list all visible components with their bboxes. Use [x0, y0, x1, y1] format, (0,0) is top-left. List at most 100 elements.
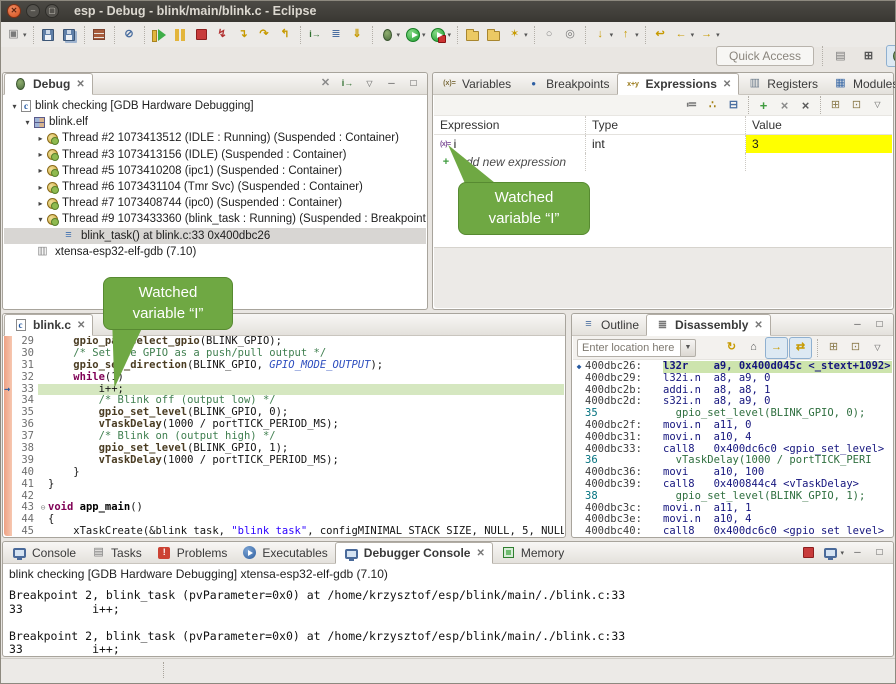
tab-debug[interactable]: Debug ✕ — [4, 73, 93, 95]
code-line[interactable]: 45 xTaskCreate(&blink_task, "blink_task"… — [12, 526, 564, 536]
debug-tree-item[interactable]: ▸Thread #5 1073410208 (ipc1) (Suspended … — [4, 163, 426, 179]
close-icon[interactable]: ✕ — [723, 79, 731, 90]
console-tab-executables[interactable]: Executables — [234, 542, 334, 563]
dropdown-arrow-icon[interactable]: ▾ — [448, 31, 452, 39]
drop-to-frame-button[interactable]: ⇓ — [347, 24, 368, 46]
external-browser-button[interactable]: ◎ — [560, 24, 581, 46]
debug-tree-item[interactable]: ≡blink_task() at blink.c:33 0x400dbc26 — [4, 228, 426, 244]
disassembly-line[interactable]: 400dbc2f:movi.n a11, 0 — [573, 420, 892, 432]
quick-access-input[interactable]: Quick Access — [716, 46, 814, 66]
disassembly-line[interactable]: 400dbc31:movi.n a10, 4 — [573, 432, 892, 444]
console-tab-console[interactable]: Console — [4, 542, 83, 563]
remove-all-terminated-button[interactable]: ✕ — [315, 74, 336, 94]
debug-tree-item[interactable]: ▸Thread #6 1073431104 (Tmr Svc) (Suspend… — [4, 179, 426, 195]
expander-icon[interactable]: ▸ — [35, 166, 46, 175]
disassembly-line[interactable]: 400dbc29:l32i.n a8, a9, 0 — [573, 373, 892, 385]
external-tools-button[interactable]: ▾ — [428, 24, 454, 46]
detach-view-button[interactable]: ⊞ — [825, 94, 846, 116]
expressions-tab-expressions[interactable]: x+yExpressions✕ — [617, 73, 740, 95]
disassembly-line[interactable]: 38 gpio_set_level(BLINK_GPIO, 1); — [573, 491, 892, 503]
debug-tree-item[interactable]: ▥xtensa-esp32-elf-gdb (7.10) — [4, 244, 426, 260]
dropdown-arrow-icon[interactable]: ▾ — [691, 31, 695, 39]
code-line[interactable]: 40 } — [12, 467, 564, 479]
minimize-button[interactable]: ─ — [847, 315, 868, 335]
console-output[interactable]: Breakpoint 2, blink_task (pvParameter=0x… — [4, 583, 892, 655]
minimize-button[interactable]: ─ — [847, 543, 868, 563]
debug-tree-item[interactable]: ▾cblink checking [GDB Hardware Debugging… — [4, 98, 426, 114]
debug-perspective-button[interactable] — [886, 45, 896, 67]
dropdown-arrow-icon[interactable]: ▾ — [422, 31, 426, 39]
window-minimize-icon[interactable]: – — [26, 4, 40, 18]
editor-marker-bar[interactable] — [4, 336, 12, 536]
code-editor[interactable]: → 29 gpio_pad_select_gpio(BLINK_GPIO);30… — [4, 336, 564, 536]
maximize-button[interactable]: □ — [869, 543, 890, 563]
disassembly-line[interactable]: 400dbc39:call8 0x400844c4 <vTaskDelay> — [573, 479, 892, 491]
expander-icon[interactable]: ▸ — [35, 199, 46, 208]
back-button[interactable]: ←▾ — [671, 24, 697, 46]
expander-icon[interactable]: ▸ — [35, 183, 46, 192]
launch-flash-button[interactable]: ✶▾ — [504, 24, 530, 46]
fold-icon[interactable]: ⊖ — [38, 502, 48, 514]
close-icon[interactable]: ✕ — [77, 320, 85, 331]
debug-button[interactable]: ▾ — [377, 24, 403, 46]
open-new-view-button[interactable]: ⊡ — [846, 94, 867, 116]
console-tab-debugger-console[interactable]: Debugger Console✕ — [335, 542, 493, 564]
instruction-stepping-button[interactable]: i→ — [337, 74, 358, 94]
expander-icon[interactable]: ▾ — [35, 215, 46, 224]
dropdown-arrow-icon[interactable]: ▾ — [635, 31, 639, 39]
expressions-tab-variables[interactable]: (x)=Variables — [434, 73, 518, 94]
step-over-button[interactable]: ↷ — [254, 24, 275, 46]
console-tab-problems[interactable]: !Problems — [149, 542, 235, 563]
debug-tree-item[interactable]: ▸Thread #3 1073413156 (IDLE) (Suspended … — [4, 147, 426, 163]
skip-all-breakpoints-button[interactable]: ⊘ — [119, 24, 140, 46]
show-debug-sources-button[interactable]: ≣ — [326, 24, 347, 46]
sync-selection-button[interactable]: ⇄ — [789, 337, 812, 359]
disassembly-listing[interactable]: ◆400dbc26:l32r a9, 0x400d045c <_stext+10… — [573, 360, 892, 536]
next-annotation-button[interactable]: ↓▾ — [590, 24, 616, 46]
expander-icon[interactable]: ▸ — [35, 150, 46, 159]
view-menu-button[interactable]: ▽ — [867, 337, 888, 359]
remove-all-button[interactable]: × — [795, 94, 816, 116]
search-button[interactable]: ○ — [539, 24, 560, 46]
prev-annotation-button[interactable]: ↑▾ — [615, 24, 641, 46]
display-console-button[interactable]: ▾ — [820, 543, 846, 563]
debug-tree-item[interactable]: ▸Thread #2 1073413512 (IDLE : Running) (… — [4, 130, 426, 146]
column-type[interactable]: Type — [586, 116, 746, 134]
dropdown-arrow-icon[interactable]: ▾ — [397, 31, 401, 39]
maximize-button[interactable]: □ — [403, 74, 424, 94]
save-button[interactable] — [38, 24, 59, 46]
close-icon[interactable]: ✕ — [76, 79, 84, 90]
build-button[interactable] — [89, 24, 110, 46]
view-menu-button[interactable]: ▽ — [359, 74, 380, 94]
disassembly-tab-disassembly[interactable]: ≣Disassembly✕ — [646, 314, 771, 336]
open-resource-button[interactable] — [483, 24, 504, 46]
forward-button[interactable]: →▾ — [696, 24, 722, 46]
dropdown-arrow-icon[interactable]: ▾ — [23, 31, 27, 39]
disassembly-line[interactable]: 400dbc40:call8 0x400dc6c0 <gpio_set_leve… — [573, 526, 892, 536]
open-perspective-button[interactable]: ⊞ — [858, 45, 879, 67]
minimize-button[interactable]: ─ — [381, 74, 402, 94]
refresh-button[interactable]: ↻ — [721, 337, 742, 359]
location-input[interactable]: Enter location here — [577, 339, 681, 357]
resume-button[interactable] — [149, 24, 170, 46]
close-icon[interactable]: ✕ — [754, 320, 762, 331]
detach-view-button[interactable]: ⊞ — [823, 337, 844, 359]
expander-icon[interactable]: ▾ — [9, 102, 20, 111]
step-into-button[interactable]: ↴ — [233, 24, 254, 46]
console-tab-tasks[interactable]: ▤Tasks — [83, 542, 149, 563]
dropdown-arrow-icon[interactable]: ▾ — [840, 549, 844, 557]
home-button[interactable]: ⌂ — [743, 337, 764, 359]
expression-row[interactable]: (x)= i int 3 — [434, 135, 892, 153]
collapse-all-button[interactable]: ⊟ — [723, 94, 744, 116]
expressions-tab-registers[interactable]: ▥Registers — [739, 73, 825, 94]
window-close-icon[interactable]: ✕ — [7, 4, 21, 18]
open-element-button[interactable] — [462, 24, 483, 46]
show-type-names-button[interactable]: ≔ — [681, 94, 702, 116]
dropdown-arrow-icon[interactable]: ▾ — [716, 31, 720, 39]
expressions-tab-breakpoints[interactable]: ●Breakpoints — [518, 73, 616, 94]
new-wizard-button[interactable]: ▣▾ — [3, 24, 29, 46]
breakpoint-instruction-pointer-icon[interactable]: → — [4, 384, 17, 396]
instruction-stepping-button[interactable]: i→ — [305, 24, 326, 46]
debug-tree-item[interactable]: ▾Thread #9 1073433360 (blink_task : Runn… — [4, 211, 426, 227]
maximize-button[interactable]: □ — [869, 315, 890, 335]
